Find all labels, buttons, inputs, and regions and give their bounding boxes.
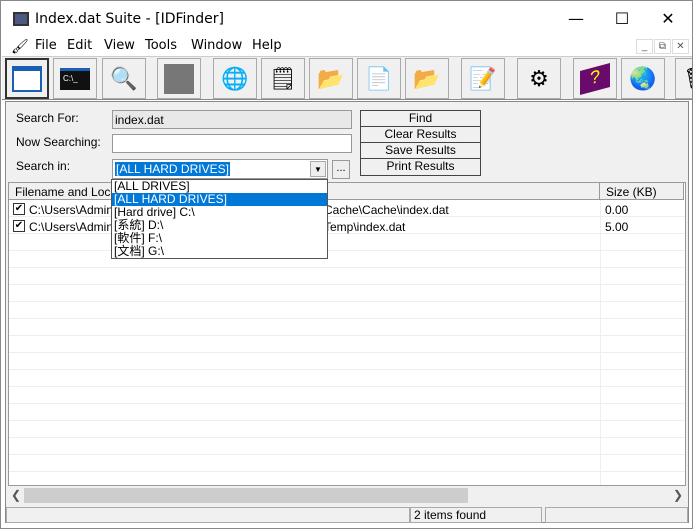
row-path-end: Cache\Cache\index.dat (324, 203, 449, 217)
browse-button[interactable]: ... (332, 160, 350, 179)
results-list: Filename and Location Size (KB) ✔ C:\Use… (8, 182, 686, 486)
status-text: 2 items found (410, 507, 542, 523)
search-in-options: [ALL DRIVES] [ALL HARD DRIVES] [Hard dri… (111, 179, 328, 259)
horizontal-scrollbar[interactable]: ❮ ❯ (8, 487, 686, 504)
column-header-size[interactable]: Size (KB) (600, 183, 684, 200)
window-icon[interactable] (5, 58, 49, 99)
toolbar: C:\_ 🔍 🌐 🗒 📂 📄 📂 📝 ⚙ ? 🌏 🗑 (2, 56, 692, 100)
print-results-button[interactable]: Print Results (361, 159, 480, 175)
mdi-minimize-button[interactable]: _ (636, 39, 653, 54)
scroll-right-icon[interactable]: ❯ (670, 487, 686, 504)
windows-file-icon[interactable]: 📄 (357, 58, 401, 99)
open-folder-icon[interactable]: 📂 (405, 58, 449, 99)
trash-icon[interactable]: 🗑 (675, 58, 692, 99)
app-icon (13, 12, 29, 26)
row-size: 5.00 (605, 220, 629, 234)
mdi-close-button[interactable]: ✕ (672, 39, 689, 54)
status-bar: 2 items found (6, 507, 688, 523)
notes-icon[interactable]: 🗒 (261, 58, 305, 99)
search-in-dropdown[interactable]: [ALL HARD DRIVES] ▼ (112, 159, 328, 179)
row-path-start: C:\Users\Adminis (29, 203, 122, 217)
maximize-button[interactable]: ☐ (599, 1, 645, 37)
help-book-icon[interactable]: ? (573, 58, 617, 99)
find-button[interactable]: Find (361, 111, 480, 127)
status-pane-1 (6, 507, 410, 523)
menu-window[interactable]: Window (191, 38, 242, 53)
scroll-left-icon[interactable]: ❮ (8, 487, 24, 504)
menu-view[interactable]: View (104, 38, 135, 53)
minimize-button[interactable]: — (553, 1, 599, 37)
row-checkbox[interactable]: ✔ (13, 220, 25, 232)
search-in-label: Search in: (16, 159, 71, 173)
close-button[interactable]: ✕ (645, 1, 691, 37)
scroll-thumb[interactable] (24, 488, 468, 503)
status-pane-3 (545, 507, 688, 523)
globe-icon[interactable]: 🌐 (213, 58, 257, 99)
settings-window-icon[interactable]: ⚙ (517, 58, 561, 99)
column-divider (600, 200, 601, 485)
clear-results-button[interactable]: Clear Results (361, 127, 480, 143)
app-window: Index.dat Suite - [IDFinder] — ☐ ✕ 🖌 Fil… (0, 0, 693, 529)
option-drive-g[interactable]: [文档] G:\ (112, 245, 327, 258)
system-menu-icon[interactable]: 🖌 (11, 38, 29, 55)
menu-bar: 🖌 File Edit View Tools Window Help (1, 36, 692, 56)
disabled-icon (157, 58, 201, 99)
folder-globe-icon[interactable]: 📂 (309, 58, 353, 99)
row-path-start: C:\Users\Adminis (29, 220, 122, 234)
action-buttons: Find Clear Results Save Results Print Re… (360, 110, 481, 176)
chevron-down-icon[interactable]: ▼ (310, 161, 326, 177)
window-title: Index.dat Suite - [IDFinder] (35, 11, 224, 27)
now-searching-field (112, 134, 352, 153)
now-searching-label: Now Searching: (16, 135, 101, 149)
row-path-end: Temp\index.dat (324, 220, 406, 234)
search-for-input[interactable]: index.dat (112, 110, 352, 129)
idfinder-panel: Search For: index.dat Now Searching: Sea… (5, 101, 689, 523)
menu-file[interactable]: File (35, 38, 57, 53)
search-window-icon[interactable]: 🔍 (102, 58, 146, 99)
menu-tools[interactable]: Tools (145, 38, 177, 53)
internet-icon[interactable]: 🌏 (621, 58, 665, 99)
search-in-value: [ALL HARD DRIVES] (115, 162, 230, 176)
mdi-restore-button[interactable]: ⧉ (654, 39, 671, 54)
console-icon[interactable]: C:\_ (53, 58, 97, 99)
menu-help[interactable]: Help (252, 38, 282, 53)
search-for-label: Search For: (16, 111, 79, 125)
save-results-button[interactable]: Save Results (361, 143, 480, 159)
row-size: 0.00 (605, 203, 629, 217)
title-bar: Index.dat Suite - [IDFinder] — ☐ ✕ (1, 1, 692, 37)
document-edit-icon[interactable]: 📝 (461, 58, 505, 99)
menu-edit[interactable]: Edit (67, 38, 92, 53)
row-checkbox[interactable]: ✔ (13, 203, 25, 215)
